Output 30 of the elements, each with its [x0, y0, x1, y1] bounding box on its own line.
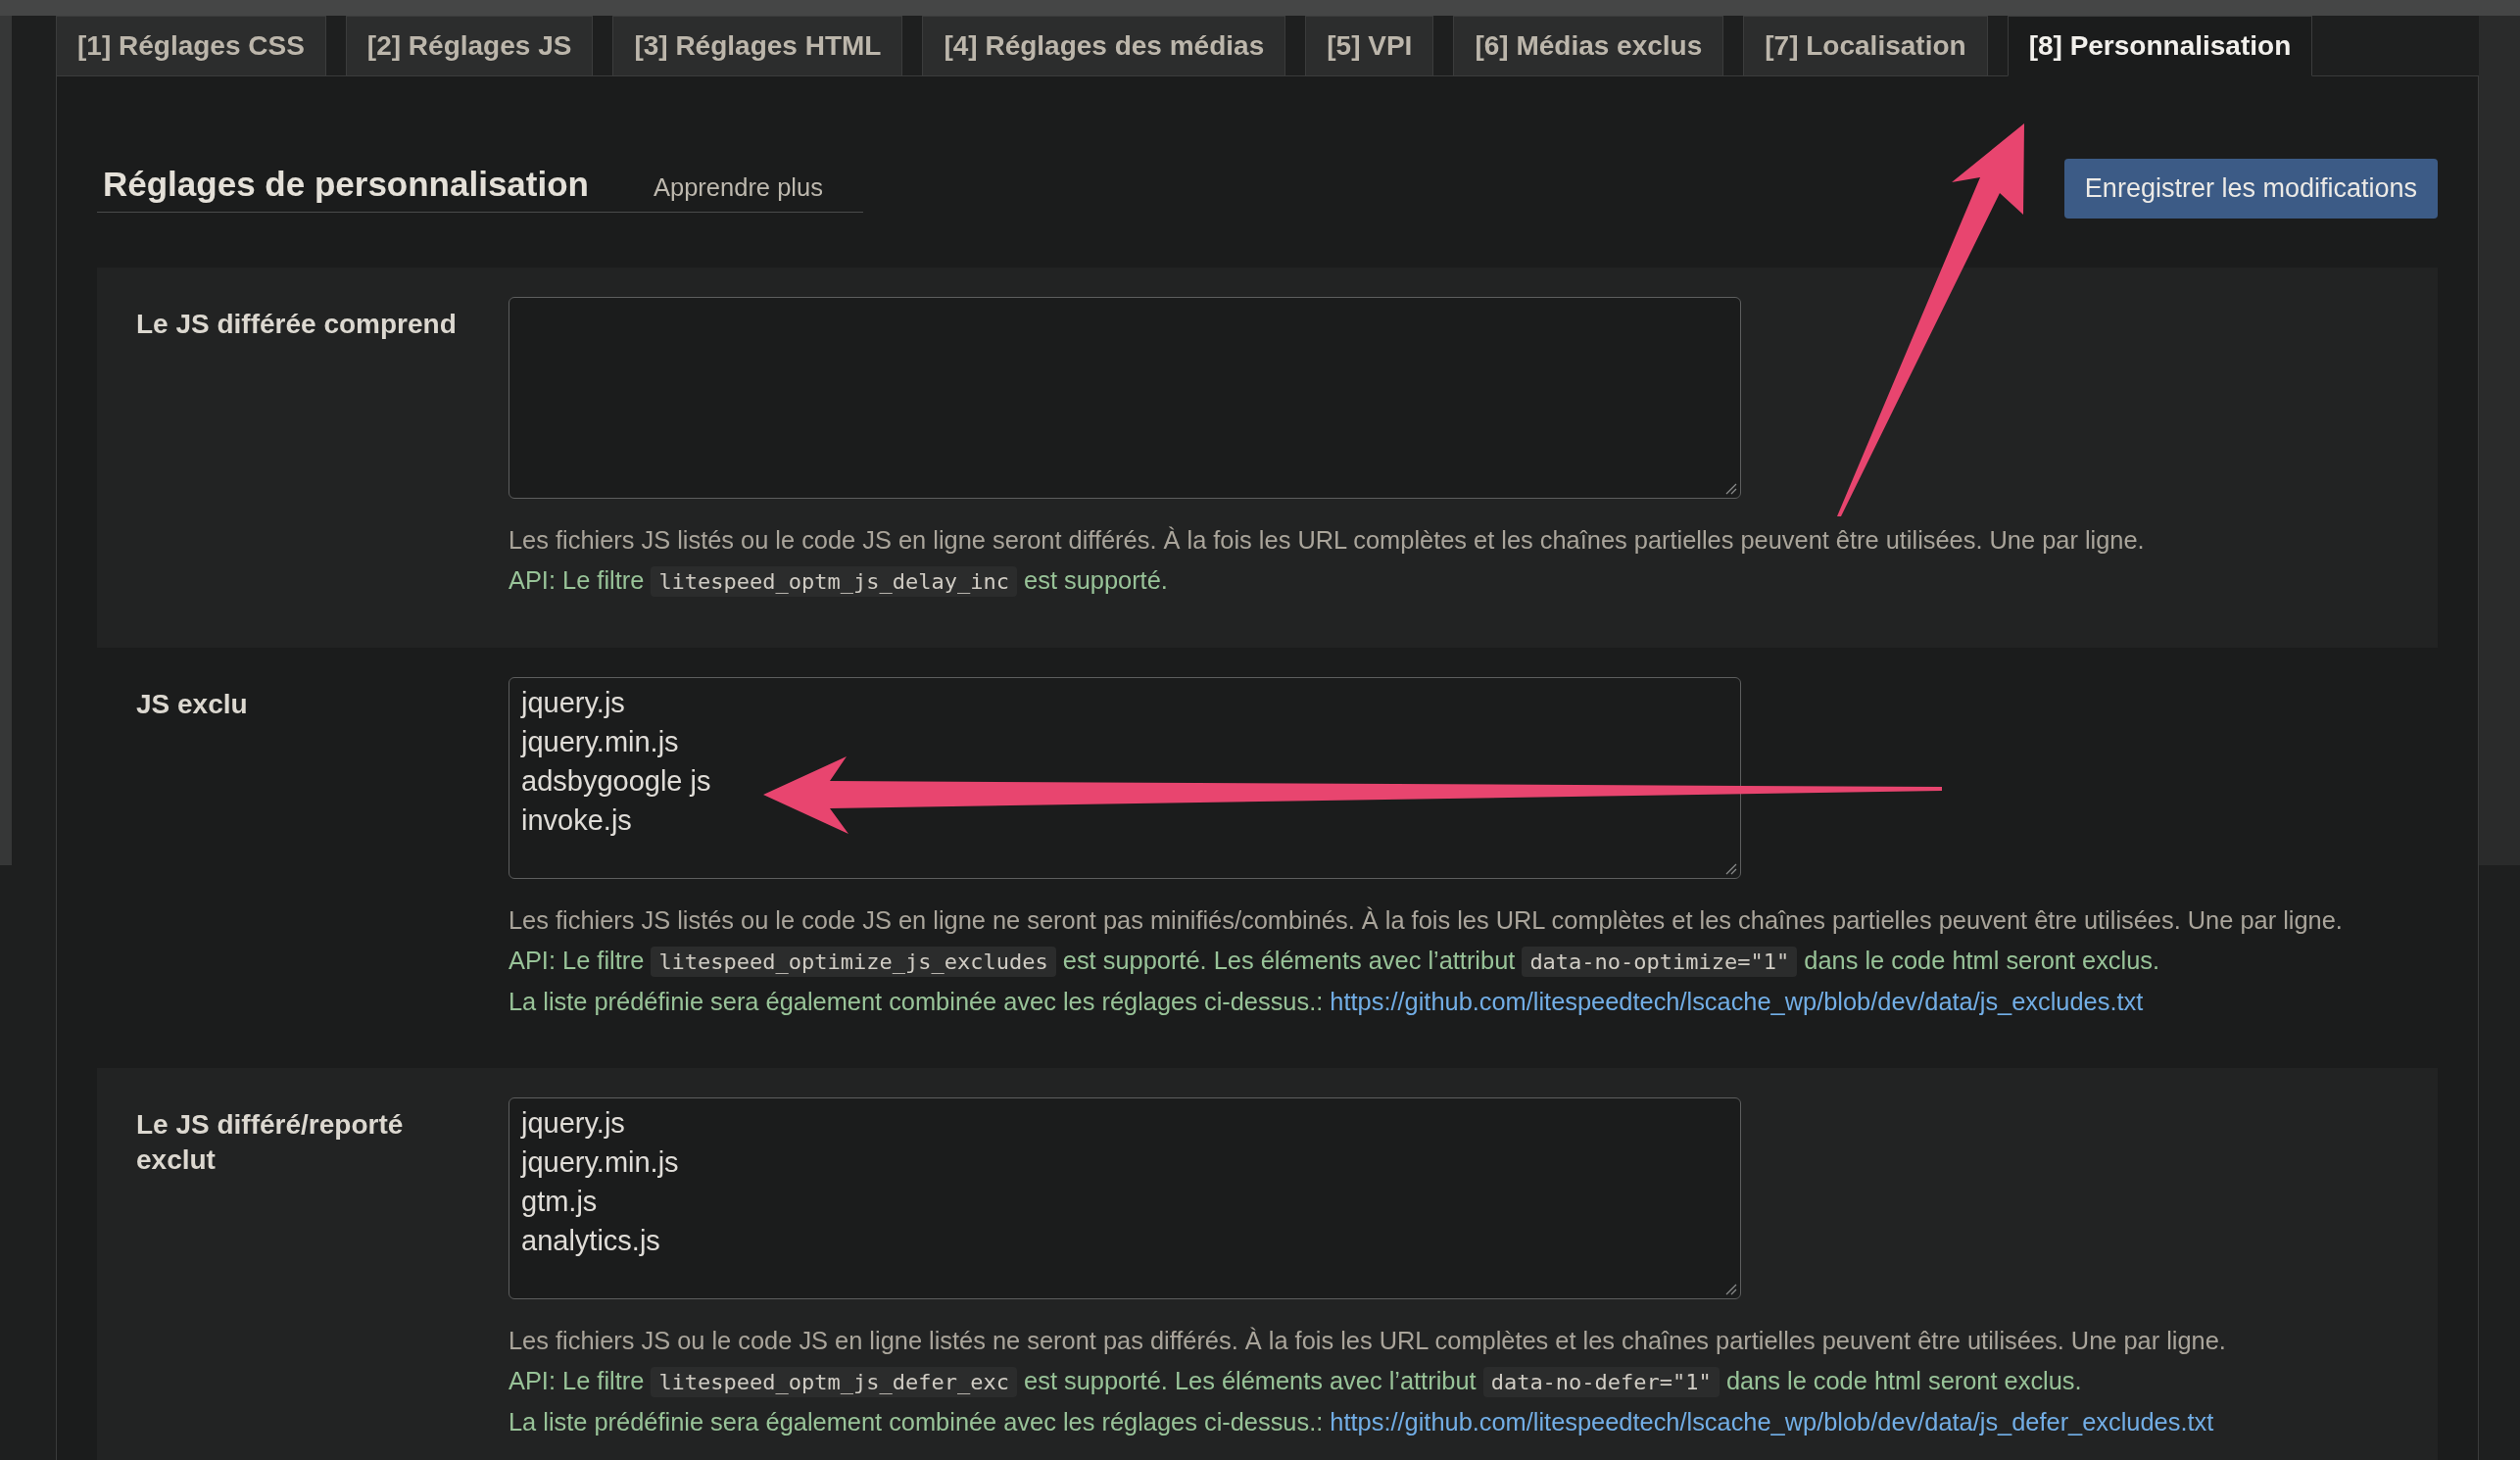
textarea-field[interactable]	[509, 297, 1741, 499]
learn-more-link[interactable]: Apprendre plus	[653, 173, 823, 202]
section-title: Réglages de personnalisation	[103, 165, 589, 204]
textarea-field[interactable]: jquery.js jquery.min.js gtm.js analytics.js	[509, 1097, 1741, 1299]
resize-grip-icon[interactable]	[1725, 1284, 1737, 1295]
resize-grip-icon[interactable]	[1725, 483, 1737, 495]
settings-tab[interactable]: [4] Réglages des médias	[922, 16, 1286, 76]
settings-tab[interactable]: [1] Réglages CSS	[56, 16, 326, 76]
api-filter-note: API: Le filtre litespeed_optimize_js_excludes est supporté. Les éléments avec l’attribut data-no-optimize="1" dans le code html seront exclus.	[509, 941, 2399, 982]
settings-tab[interactable]: [7] Localisation	[1743, 16, 1988, 76]
setting-label: JS exclu	[136, 688, 249, 721]
predefined-list-link[interactable]: https://github.com/litespeedtech/lscache_wp/blob/dev/data/js_excludes.txt	[1330, 988, 2144, 1015]
textarea-field[interactable]: jquery.js jquery.min.js adsbygoogle js invoke.js	[509, 677, 1741, 879]
settings-tab[interactable]: [8] Personnalisation	[2007, 16, 2313, 76]
predefined-list-note: La liste prédéfinie sera également combinée avec les réglages ci-dessus.: https://github.com/litespeedtech/lscache_wp/blob/dev/data/js_excludes.txt	[509, 987, 2145, 1017]
settings-tab[interactable]: [5] VPI	[1305, 16, 1434, 76]
predefined-list-note: La liste prédéfinie sera également combinée avec les réglages ci-dessus.: https://github.com/litespeedtech/lscache_wp/blob/dev/data/js_defer_excludes.txt	[509, 1407, 2215, 1437]
settings-tab[interactable]: [3] Réglages HTML	[612, 16, 903, 76]
setting-label: Le JS différée comprend	[136, 308, 458, 341]
setting-description: Les fichiers JS listés ou le code JS en ligne seront différés. À la fois les URL complètes et les chaînes partielles peuvent être utilisées. Une par ligne.	[509, 525, 2146, 556]
resize-grip-icon[interactable]	[1725, 863, 1737, 875]
settings-tab[interactable]: [6] Médias exclus	[1453, 16, 1724, 76]
setting-label: Le JS différé/reporté exclut	[136, 1108, 405, 1178]
setting-description: Les fichiers JS ou le code JS en ligne listés ne seront pas différés. À la fois les URL complètes et les chaînes partielles peuvent être utilisées. Une par ligne.	[509, 1326, 2227, 1356]
api-filter-note: API: Le filtre litespeed_optm_js_delay_inc est supporté.	[509, 560, 2399, 602]
api-filter-note: API: Le filtre litespeed_optm_js_defer_exc est supporté. Les éléments avec l’attribut data-no-defer="1" dans le code html seront exclus.	[509, 1361, 2399, 1402]
settings-tab[interactable]: [2] Réglages JS	[345, 16, 594, 76]
save-button[interactable]: Enregistrer les modifications	[2063, 159, 2438, 219]
setting-description: Les fichiers JS listés ou le code JS en ligne ne seront pas minifiés/combinés. À la fois les URL complètes et les chaînes partielles peuvent être utilisées. Une par ligne.	[509, 905, 2344, 936]
predefined-list-link[interactable]: https://github.com/litespeedtech/lscache_wp/blob/dev/data/js_defer_excludes.txt	[1330, 1408, 2214, 1436]
